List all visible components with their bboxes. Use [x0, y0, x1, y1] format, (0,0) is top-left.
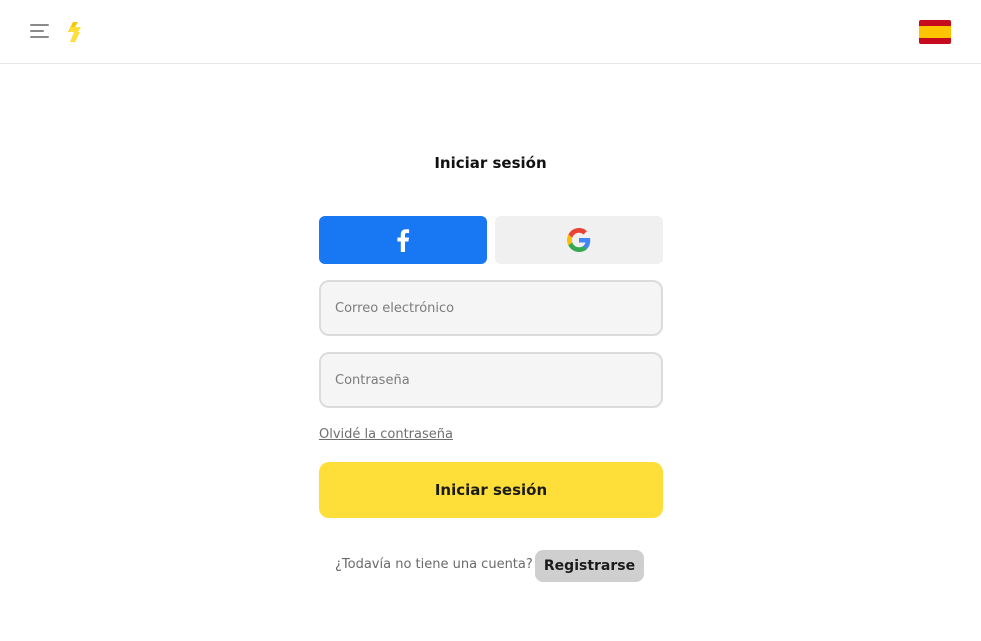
- email-input[interactable]: [319, 280, 663, 336]
- password-input[interactable]: [319, 352, 663, 408]
- facebook-login-button[interactable]: [319, 216, 487, 264]
- bolt-logo-icon[interactable]: [66, 21, 86, 43]
- login-submit-button[interactable]: Iniciar sesión: [319, 462, 663, 518]
- facebook-icon: [397, 229, 410, 252]
- top-header: [0, 0, 981, 64]
- no-account-text: ¿Todavía no tiene una cuenta?: [335, 557, 533, 572]
- register-button[interactable]: Registrarse: [535, 550, 644, 582]
- forgot-password-link[interactable]: Olvidé la contraseña: [319, 427, 453, 442]
- hamburger-menu-icon[interactable]: [30, 22, 50, 40]
- google-icon: [567, 228, 591, 252]
- spain-flag-icon[interactable]: [919, 20, 951, 44]
- page-title: Iniciar sesión: [434, 154, 547, 172]
- google-login-button[interactable]: [495, 216, 663, 264]
